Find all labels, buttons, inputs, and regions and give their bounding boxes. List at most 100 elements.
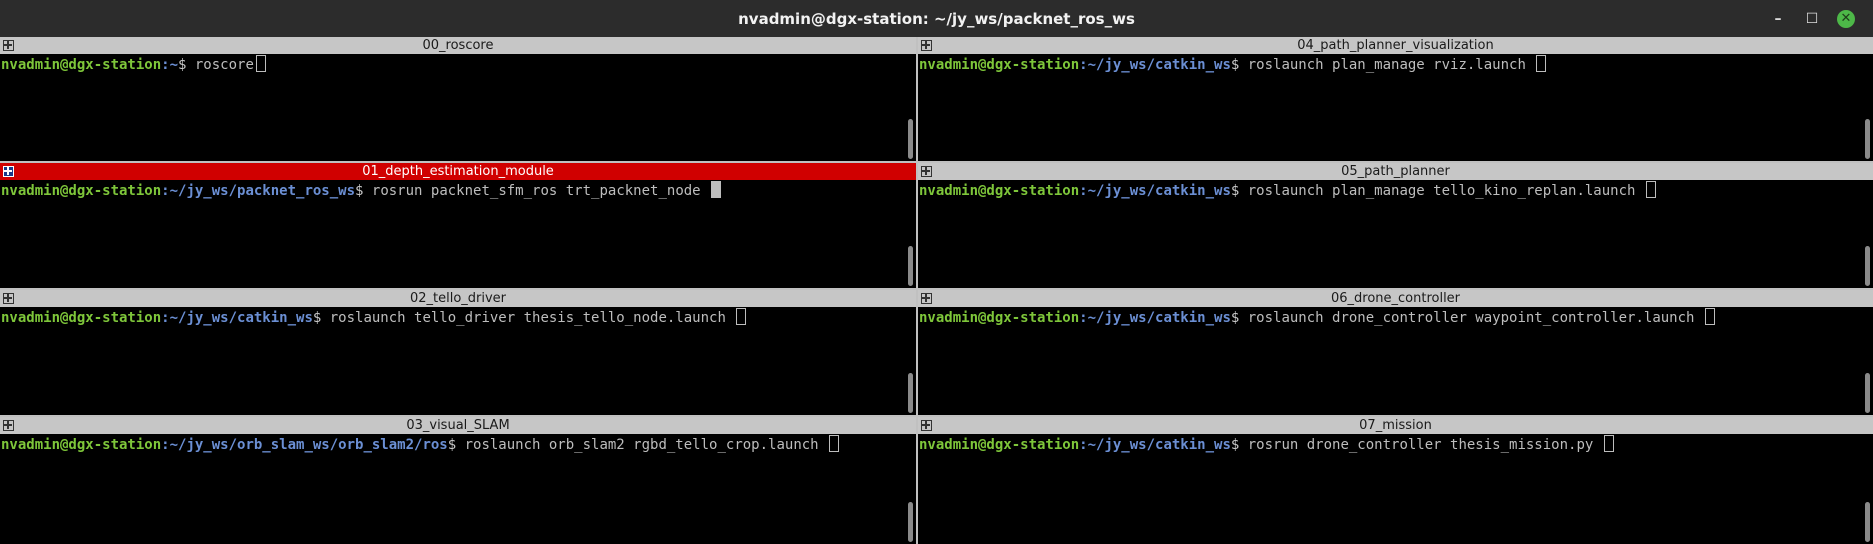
pane-header[interactable]: 03_visual_SLAM (0, 417, 916, 434)
scrollbar[interactable] (1861, 180, 1873, 288)
text-cursor (255, 55, 266, 72)
command-text: roslaunch plan_manage tello_kino_replan.… (1247, 183, 1644, 199)
pane-00-roscore[interactable]: 00_roscore nvadmin@dgx-station:~$ roscor… (0, 37, 916, 161)
text-cursor (1645, 181, 1656, 198)
minimize-icon: – (1774, 10, 1782, 27)
prompt-user: nvadmin@dgx-station (919, 57, 1080, 73)
scroll-thumb[interactable] (1865, 373, 1870, 413)
close-button[interactable]: ✕ (1829, 0, 1863, 37)
scrollbar[interactable] (1861, 54, 1873, 161)
text-cursor (1704, 308, 1715, 325)
pane-menu-icon[interactable] (3, 40, 14, 51)
terminal-line[interactable]: nvadmin@dgx-station:~/jy_ws/catkin_ws$ r… (918, 54, 1861, 161)
terminal-line[interactable]: nvadmin@dgx-station:~$ roscore (0, 54, 904, 161)
scroll-thumb[interactable] (908, 246, 913, 286)
maximize-button[interactable]: ☐ (1795, 0, 1829, 37)
prompt-path: :~/jy_ws/catkin_ws (1079, 310, 1231, 326)
scroll-thumb[interactable] (1865, 119, 1870, 159)
pane-header[interactable]: 04_path_planner_visualization (918, 37, 1873, 54)
pane-header[interactable]: 00_roscore (0, 37, 916, 54)
text-cursor (829, 435, 840, 452)
terminal-grid: 00_roscore nvadmin@dgx-station:~$ roscor… (0, 37, 1873, 544)
scroll-thumb[interactable] (908, 502, 913, 542)
prompt-user: nvadmin@dgx-station (919, 310, 1080, 326)
prompt-user: nvadmin@dgx-station (1, 57, 162, 73)
pane-header[interactable]: 01_depth_estimation_module (0, 163, 916, 180)
pane-title: 01_depth_estimation_module (362, 164, 554, 179)
scrollbar[interactable] (904, 180, 916, 288)
command-text: roslaunch tello_driver thesis_tello_node… (329, 310, 735, 326)
prompt-path: :~/jy_ws/catkin_ws (1079, 437, 1231, 453)
prompt-symbol: $ (178, 57, 195, 73)
scroll-thumb[interactable] (1865, 502, 1870, 542)
prompt-path: :~/jy_ws/catkin_ws (161, 310, 313, 326)
pane-menu-icon[interactable] (921, 420, 932, 431)
close-icon: ✕ (1837, 9, 1855, 28)
scroll-thumb[interactable] (1865, 246, 1870, 286)
pane-01-depth-estimation[interactable]: 01_depth_estimation_module nvadmin@dgx-s… (0, 163, 916, 288)
scrollbar[interactable] (904, 434, 916, 544)
pane-menu-icon[interactable] (3, 420, 14, 431)
prompt-symbol: $ (312, 310, 330, 326)
prompt-path: :~/jy_ws/catkin_ws (1079, 183, 1231, 199)
scroll-thumb[interactable] (908, 119, 913, 159)
terminal-line[interactable]: nvadmin@dgx-station:~/jy_ws/catkin_ws$ r… (918, 434, 1861, 544)
prompt-path: :~/jy_ws/orb_slam_ws/orb_slam2/ros (161, 437, 448, 453)
scrollbar[interactable] (1861, 307, 1873, 415)
prompt-path: :~/jy_ws/catkin_ws (1079, 57, 1231, 73)
pane-06-drone-controller[interactable]: 06_drone_controller nvadmin@dgx-station:… (918, 290, 1873, 415)
prompt-symbol: $ (1230, 437, 1248, 453)
pane-title: 07_mission (1359, 418, 1432, 433)
pane-header[interactable]: 06_drone_controller (918, 290, 1873, 307)
prompt-user: nvadmin@dgx-station (919, 183, 1080, 199)
pane-header[interactable]: 02_tello_driver (0, 290, 916, 307)
scrollbar[interactable] (904, 54, 916, 161)
text-cursor (711, 181, 722, 198)
text-cursor (736, 308, 747, 325)
scrollbar[interactable] (904, 307, 916, 415)
minimize-button[interactable]: – (1761, 0, 1795, 37)
terminal-line[interactable]: nvadmin@dgx-station:~/jy_ws/catkin_ws$ r… (918, 180, 1861, 288)
pane-title: 03_visual_SLAM (406, 418, 510, 433)
prompt-user: nvadmin@dgx-station (1, 310, 162, 326)
terminal-line[interactable]: nvadmin@dgx-station:~/jy_ws/catkin_ws$ r… (0, 307, 904, 415)
pane-header[interactable]: 05_path_planner (918, 163, 1873, 180)
command-text: roslaunch plan_manage rviz.launch (1247, 57, 1535, 73)
pane-menu-icon[interactable] (921, 166, 932, 177)
prompt-symbol: $ (355, 183, 372, 199)
command-text: roslaunch orb_slam2 rgbd_tello_crop.laun… (464, 437, 828, 453)
scrollbar[interactable] (1861, 434, 1873, 544)
terminal-line[interactable]: nvadmin@dgx-station:~/jy_ws/packnet_ros_… (0, 180, 904, 288)
prompt-user: nvadmin@dgx-station (919, 437, 1080, 453)
pane-03-visual-slam[interactable]: 03_visual_SLAM nvadmin@dgx-station:~/jy_… (0, 417, 916, 544)
pane-menu-icon[interactable] (921, 40, 932, 51)
pane-title: 06_drone_controller (1330, 291, 1461, 306)
pane-02-tello-driver[interactable]: 02_tello_driver nvadmin@dgx-station:~/jy… (0, 290, 916, 415)
window-titlebar: nvadmin@dgx-station: ~/jy_ws/packnet_ros… (0, 0, 1873, 37)
command-text: roslaunch drone_controller waypoint_cont… (1247, 310, 1703, 326)
terminal-line[interactable]: nvadmin@dgx-station:~/jy_ws/orb_slam_ws/… (0, 434, 904, 544)
pane-title: 02_tello_driver (409, 291, 507, 306)
pane-menu-icon[interactable] (3, 293, 14, 304)
prompt-symbol: $ (1230, 183, 1248, 199)
scroll-thumb[interactable] (908, 373, 913, 413)
prompt-path: :~/jy_ws/packnet_ros_ws (161, 183, 356, 199)
prompt-path: :~ (161, 57, 179, 73)
maximize-icon: ☐ (1805, 10, 1819, 27)
pane-menu-icon[interactable] (921, 293, 932, 304)
command-text: roscore (194, 57, 254, 73)
terminal-line[interactable]: nvadmin@dgx-station:~/jy_ws/catkin_ws$ r… (918, 307, 1861, 415)
pane-07-mission[interactable]: 07_mission nvadmin@dgx-station:~/jy_ws/c… (918, 417, 1873, 544)
pane-title: 00_roscore (422, 38, 494, 53)
command-text: rosrun packnet_sfm_ros trt_packnet_node (371, 183, 710, 199)
pane-04-path-planner-visualization[interactable]: 04_path_planner_visualization nvadmin@dg… (918, 37, 1873, 161)
pane-menu-icon[interactable] (3, 166, 14, 177)
pane-05-path-planner[interactable]: 05_path_planner nvadmin@dgx-station:~/jy… (918, 163, 1873, 288)
pane-header[interactable]: 07_mission (918, 417, 1873, 434)
command-text: rosrun drone_controller thesis_mission.p… (1247, 437, 1602, 453)
prompt-symbol: $ (447, 437, 465, 453)
prompt-symbol: $ (1230, 310, 1248, 326)
prompt-symbol: $ (1230, 57, 1248, 73)
pane-title: 05_path_planner (1341, 164, 1450, 179)
pane-title: 04_path_planner_visualization (1297, 38, 1494, 53)
